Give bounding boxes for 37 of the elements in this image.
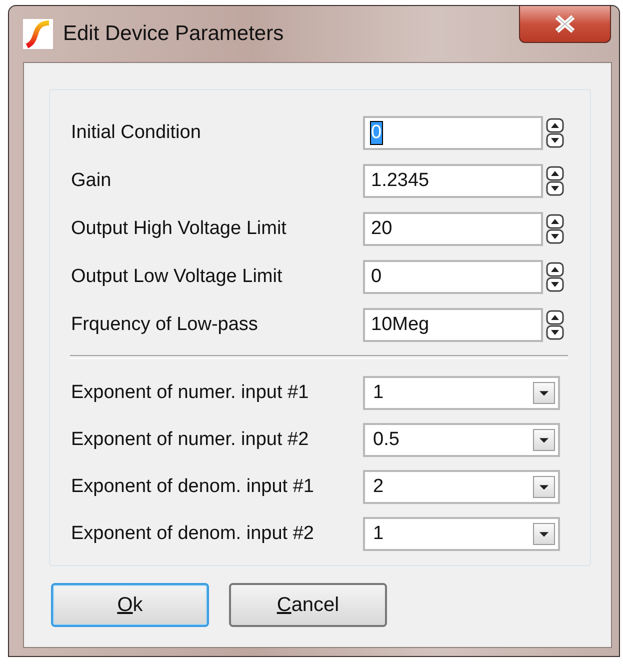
app-logo-icon bbox=[23, 19, 53, 49]
caret-icon bbox=[533, 428, 555, 450]
parameter-label: Exponent of denom. input #1 bbox=[71, 476, 315, 498]
field-value: 10Meg bbox=[371, 314, 430, 336]
field-value: 0 bbox=[371, 122, 382, 144]
caret-icon bbox=[533, 476, 555, 498]
caret-icon bbox=[533, 382, 555, 404]
window-title: Edit Device Parameters bbox=[63, 22, 284, 46]
spinner-icon[interactable] bbox=[546, 118, 564, 148]
dropdown[interactable]: 1 bbox=[363, 516, 560, 550]
parameter-label: Exponent of denom. input #2 bbox=[71, 522, 315, 544]
parameter-label: Exponent of numer. input #1 bbox=[71, 382, 310, 404]
cancel-button[interactable]: Cancel bbox=[229, 583, 387, 627]
value-field[interactable]: 10Meg bbox=[363, 308, 543, 342]
parameter-label: Gain bbox=[71, 170, 112, 192]
close-button[interactable] bbox=[519, 6, 611, 43]
caret-icon bbox=[533, 522, 555, 544]
spinner-icon[interactable] bbox=[546, 214, 564, 244]
parameter-label: Initial Condition bbox=[71, 122, 202, 144]
field-value: 20 bbox=[371, 218, 392, 240]
value-field[interactable]: 0 bbox=[363, 260, 543, 294]
value-field[interactable]: 20 bbox=[363, 212, 543, 246]
parameter-label: Output High Voltage Limit bbox=[71, 218, 288, 240]
field-value: 0 bbox=[371, 266, 382, 288]
parameter-label: Output Low Voltage Limit bbox=[71, 266, 284, 288]
dropdown[interactable]: 1 bbox=[363, 376, 560, 410]
value-field[interactable]: 1.2345 bbox=[363, 164, 543, 198]
parameter-label: Frquency of Low-pass bbox=[71, 314, 259, 336]
parameter-label: Exponent of numer. input #2 bbox=[71, 428, 310, 450]
spinner-icon[interactable] bbox=[546, 166, 564, 196]
spinner-icon[interactable] bbox=[546, 310, 564, 340]
close-icon bbox=[554, 15, 576, 33]
field-value: 1.2345 bbox=[371, 170, 430, 192]
spinner-icon[interactable] bbox=[546, 262, 564, 292]
ok-button[interactable]: Ok bbox=[51, 583, 209, 627]
dropdown[interactable]: 2 bbox=[363, 470, 560, 504]
dropdown[interactable]: 0.5 bbox=[363, 422, 560, 456]
